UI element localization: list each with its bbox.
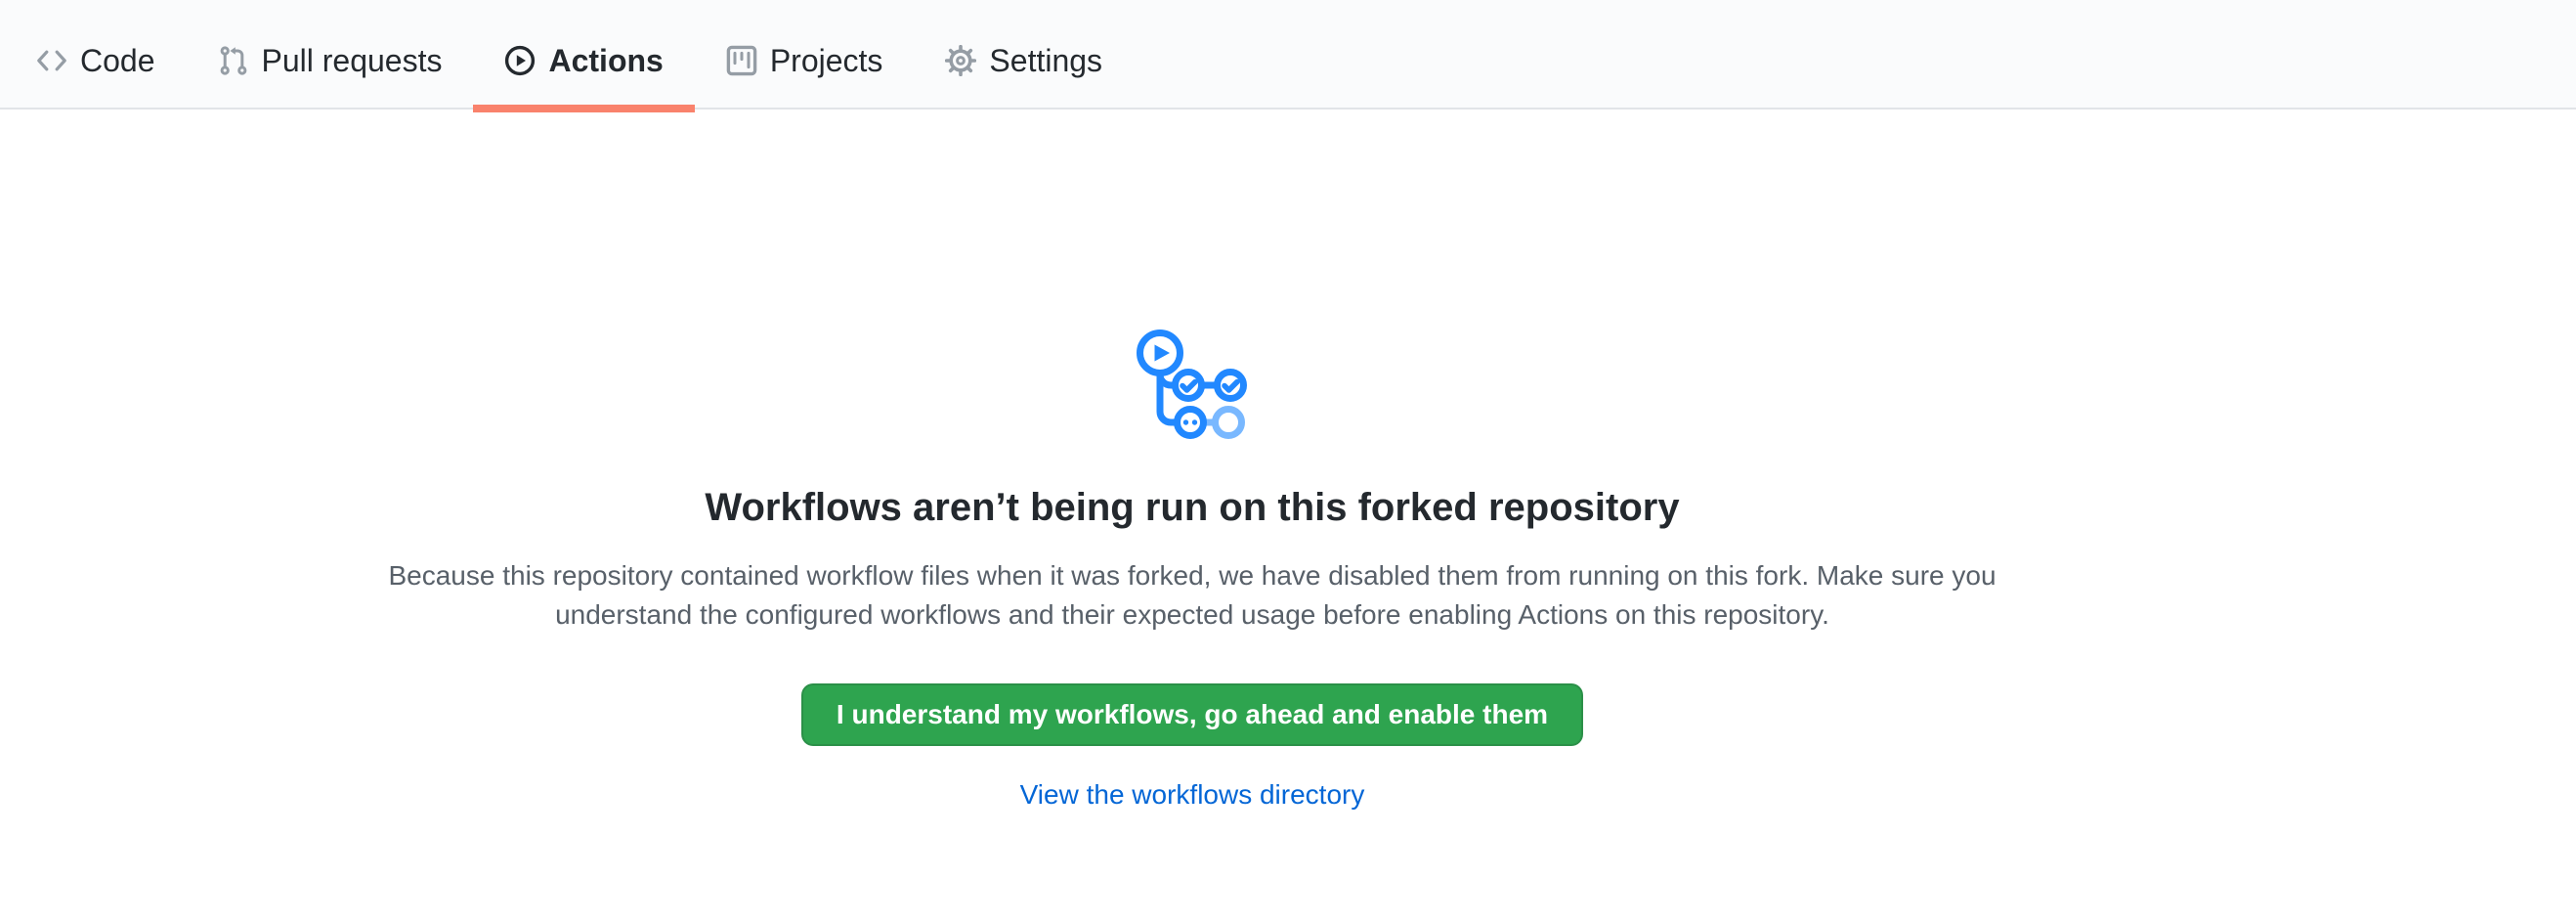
tab-actions[interactable]: Actions — [473, 14, 694, 108]
tab-label: Pull requests — [262, 45, 443, 76]
workflows-directory-link[interactable]: View the workflows directory — [1020, 779, 1365, 810]
tab-label: Projects — [770, 45, 883, 76]
enable-workflows-button[interactable]: I understand my workflows, go ahead and … — [801, 683, 1583, 746]
gear-icon — [945, 45, 976, 76]
project-icon — [726, 45, 757, 76]
blankslate-title: Workflows aren’t being run on this forke… — [0, 482, 2384, 533]
git-pull-request-icon — [218, 45, 249, 76]
tab-pull-requests[interactable]: Pull requests — [187, 14, 474, 108]
blankslate-description: Because this repository contained workfl… — [381, 556, 2003, 635]
actions-blankslate: Workflows aren’t being run on this forke… — [0, 328, 2384, 814]
tab-label: Code — [80, 45, 155, 76]
tab-label: Settings — [989, 45, 1102, 76]
tab-label: Actions — [548, 45, 663, 76]
tab-code[interactable]: Code — [5, 14, 187, 108]
code-icon — [36, 45, 67, 76]
play-icon — [504, 45, 536, 76]
tab-settings[interactable]: Settings — [914, 14, 1134, 108]
repo-tab-bar: Code Pull requests Actions — [0, 0, 2576, 110]
workflow-icon — [1137, 328, 1248, 439]
tab-projects[interactable]: Projects — [695, 14, 915, 108]
